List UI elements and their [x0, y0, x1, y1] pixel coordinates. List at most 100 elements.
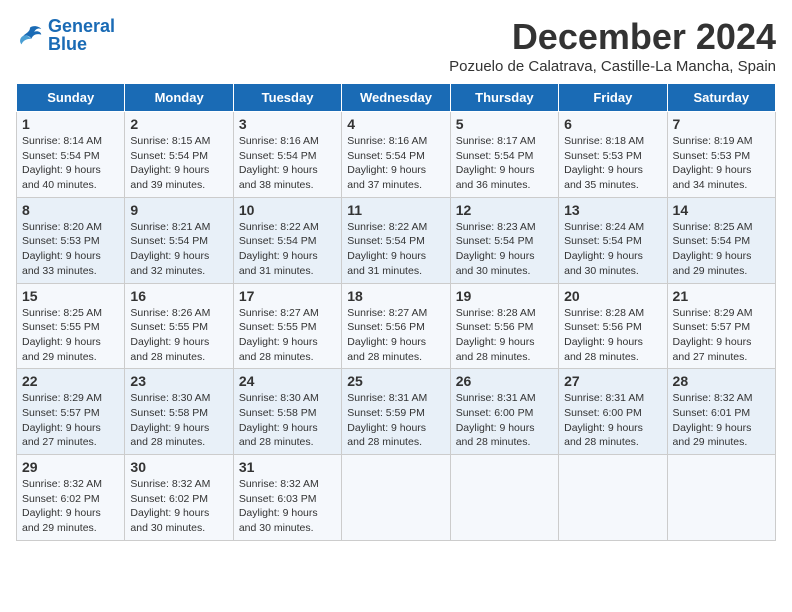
calendar-cell: 23Sunrise: 8:30 AMSunset: 5:58 PMDayligh… [125, 369, 233, 455]
day-number: 13 [564, 202, 661, 218]
calendar-cell: 31 Sunrise: 8:32 AMSunset: 6:03 PMDayligh… [233, 455, 341, 541]
day-info: Sunrise: 8:30 AMSunset: 5:58 PMDaylight:… [239, 391, 336, 450]
week-row-1: 1 Sunrise: 8:14 AMSunset: 5:54 PMDaylight… [17, 112, 776, 198]
day-number: 6 [564, 116, 661, 132]
day-info: Sunrise: 8:32 AMSunset: 6:03 PMDaylight:… [239, 477, 336, 536]
day-info: Sunrise: 8:27 AMSunset: 5:55 PMDaylight:… [239, 306, 336, 365]
day-number: 17 [239, 288, 336, 304]
day-info: Sunrise: 8:32 AMSunset: 6:01 PMDaylight:… [673, 391, 770, 450]
day-number: 19 [456, 288, 553, 304]
calendar-cell: 13Sunrise: 8:24 AMSunset: 5:54 PMDayligh… [559, 197, 667, 283]
day-info: Sunrise: 8:22 AMSunset: 5:54 PMDaylight:… [239, 220, 336, 279]
calendar-cell: 15 Sunrise: 8:25 AMSunset: 5:55 PMDayligh… [17, 283, 125, 369]
day-number: 21 [673, 288, 770, 304]
day-number: 16 [130, 288, 227, 304]
day-number: 2 [130, 116, 227, 132]
calendar-cell: 29Sunrise: 8:32 AMSunset: 6:02 PMDayligh… [17, 455, 125, 541]
calendar-cell: 26Sunrise: 8:31 AMSunset: 6:00 PMDayligh… [450, 369, 558, 455]
calendar-cell: 12 Sunrise: 8:23 AMSunset: 5:54 PMDayligh… [450, 197, 558, 283]
day-info: Sunrise: 8:31 AMSunset: 5:59 PMDaylight:… [347, 391, 444, 450]
calendar-cell: 14 Sunrise: 8:25 AMSunset: 5:54 PMDayligh… [667, 197, 775, 283]
day-header-saturday: Saturday [667, 84, 775, 112]
day-info: Sunrise: 8:15 AMSunset: 5:54 PMDaylight:… [130, 134, 227, 193]
week-row-4: 22Sunrise: 8:29 AMSunset: 5:57 PMDayligh… [17, 369, 776, 455]
calendar-cell: 1 Sunrise: 8:14 AMSunset: 5:54 PMDaylight… [17, 112, 125, 198]
day-number: 7 [673, 116, 770, 132]
day-number: 30 [130, 459, 227, 475]
day-number: 8 [22, 202, 119, 218]
day-number: 4 [347, 116, 444, 132]
calendar-cell: 7 Sunrise: 8:19 AMSunset: 5:53 PMDaylight… [667, 112, 775, 198]
day-info: Sunrise: 8:27 AMSunset: 5:56 PMDaylight:… [347, 306, 444, 365]
day-number: 31 [239, 459, 336, 475]
day-info: Sunrise: 8:26 AMSunset: 5:55 PMDaylight:… [130, 306, 227, 365]
day-info: Sunrise: 8:32 AMSunset: 6:02 PMDaylight:… [22, 477, 119, 536]
day-info: Sunrise: 8:25 AMSunset: 5:55 PMDaylight:… [22, 306, 119, 365]
logo-text: General Blue [48, 16, 115, 55]
day-number: 18 [347, 288, 444, 304]
day-info: Sunrise: 8:21 AMSunset: 5:54 PMDaylight:… [130, 220, 227, 279]
day-info: Sunrise: 8:25 AMSunset: 5:54 PMDaylight:… [673, 220, 770, 279]
logo-bird-icon [16, 22, 44, 50]
calendar-cell: 10 Sunrise: 8:22 AMSunset: 5:54 PMDayligh… [233, 197, 341, 283]
day-number: 9 [130, 202, 227, 218]
page-title: December 2024 [449, 16, 776, 58]
calendar-cell [667, 455, 775, 541]
week-row-3: 15 Sunrise: 8:25 AMSunset: 5:55 PMDayligh… [17, 283, 776, 369]
day-number: 14 [673, 202, 770, 218]
day-header-monday: Monday [125, 84, 233, 112]
day-number: 5 [456, 116, 553, 132]
day-info: Sunrise: 8:18 AMSunset: 5:53 PMDaylight:… [564, 134, 661, 193]
day-info: Sunrise: 8:19 AMSunset: 5:53 PMDaylight:… [673, 134, 770, 193]
calendar-cell: 3Sunrise: 8:16 AMSunset: 5:54 PMDaylight… [233, 112, 341, 198]
calendar-cell: 17 Sunrise: 8:27 AMSunset: 5:55 PMDayligh… [233, 283, 341, 369]
calendar-cell: 11 Sunrise: 8:22 AMSunset: 5:54 PMDayligh… [342, 197, 450, 283]
day-info: Sunrise: 8:16 AMSunset: 5:54 PMDaylight:… [239, 134, 336, 193]
calendar-cell: 8 Sunrise: 8:20 AMSunset: 5:53 PMDaylight… [17, 197, 125, 283]
calendar-cell: 19 Sunrise: 8:28 AMSunset: 5:56 PMDayligh… [450, 283, 558, 369]
day-info: Sunrise: 8:32 AMSunset: 6:02 PMDaylight:… [130, 477, 227, 536]
day-number: 12 [456, 202, 553, 218]
day-info: Sunrise: 8:14 AMSunset: 5:54 PMDaylight:… [22, 134, 119, 193]
day-info: Sunrise: 8:22 AMSunset: 5:54 PMDaylight:… [347, 220, 444, 279]
day-number: 10 [239, 202, 336, 218]
calendar-cell [559, 455, 667, 541]
calendar-cell: 30 Sunrise: 8:32 AMSunset: 6:02 PMDayligh… [125, 455, 233, 541]
day-header-sunday: Sunday [17, 84, 125, 112]
calendar-header-row: SundayMondayTuesdayWednesdayThursdayFrid… [17, 84, 776, 112]
calendar-cell: 20Sunrise: 8:28 AMSunset: 5:56 PMDayligh… [559, 283, 667, 369]
day-number: 22 [22, 373, 119, 389]
title-block: December 2024 Pozuelo de Calatrava, Cast… [449, 16, 776, 75]
calendar-cell: 4Sunrise: 8:16 AMSunset: 5:54 PMDaylight… [342, 112, 450, 198]
day-info: Sunrise: 8:28 AMSunset: 5:56 PMDaylight:… [564, 306, 661, 365]
calendar-cell: 16 Sunrise: 8:26 AMSunset: 5:55 PMDayligh… [125, 283, 233, 369]
logo: General Blue [16, 16, 115, 55]
week-row-2: 8 Sunrise: 8:20 AMSunset: 5:53 PMDaylight… [17, 197, 776, 283]
calendar-cell: 9 Sunrise: 8:21 AMSunset: 5:54 PMDaylight… [125, 197, 233, 283]
day-info: Sunrise: 8:23 AMSunset: 5:54 PMDaylight:… [456, 220, 553, 279]
calendar-cell: 18 Sunrise: 8:27 AMSunset: 5:56 PMDayligh… [342, 283, 450, 369]
calendar-cell: 28 Sunrise: 8:32 AMSunset: 6:01 PMDayligh… [667, 369, 775, 455]
page-header: General Blue December 2024 Pozuelo de Ca… [16, 16, 776, 75]
day-number: 1 [22, 116, 119, 132]
calendar-cell: 27Sunrise: 8:31 AMSunset: 6:00 PMDayligh… [559, 369, 667, 455]
day-number: 28 [673, 373, 770, 389]
day-info: Sunrise: 8:31 AMSunset: 6:00 PMDaylight:… [456, 391, 553, 450]
day-info: Sunrise: 8:17 AMSunset: 5:54 PMDaylight:… [456, 134, 553, 193]
day-number: 11 [347, 202, 444, 218]
page-subtitle: Pozuelo de Calatrava, Castille-La Mancha… [449, 58, 776, 75]
calendar-cell: 5 Sunrise: 8:17 AMSunset: 5:54 PMDaylight… [450, 112, 558, 198]
day-number: 27 [564, 373, 661, 389]
day-number: 15 [22, 288, 119, 304]
calendar-cell: 2 Sunrise: 8:15 AMSunset: 5:54 PMDaylight… [125, 112, 233, 198]
calendar-cell [342, 455, 450, 541]
day-info: Sunrise: 8:29 AMSunset: 5:57 PMDaylight:… [673, 306, 770, 365]
calendar-cell: 24 Sunrise: 8:30 AMSunset: 5:58 PMDayligh… [233, 369, 341, 455]
day-info: Sunrise: 8:28 AMSunset: 5:56 PMDaylight:… [456, 306, 553, 365]
day-info: Sunrise: 8:20 AMSunset: 5:53 PMDaylight:… [22, 220, 119, 279]
day-number: 24 [239, 373, 336, 389]
day-number: 23 [130, 373, 227, 389]
calendar-cell [450, 455, 558, 541]
calendar-cell: 21 Sunrise: 8:29 AMSunset: 5:57 PMDayligh… [667, 283, 775, 369]
day-header-wednesday: Wednesday [342, 84, 450, 112]
